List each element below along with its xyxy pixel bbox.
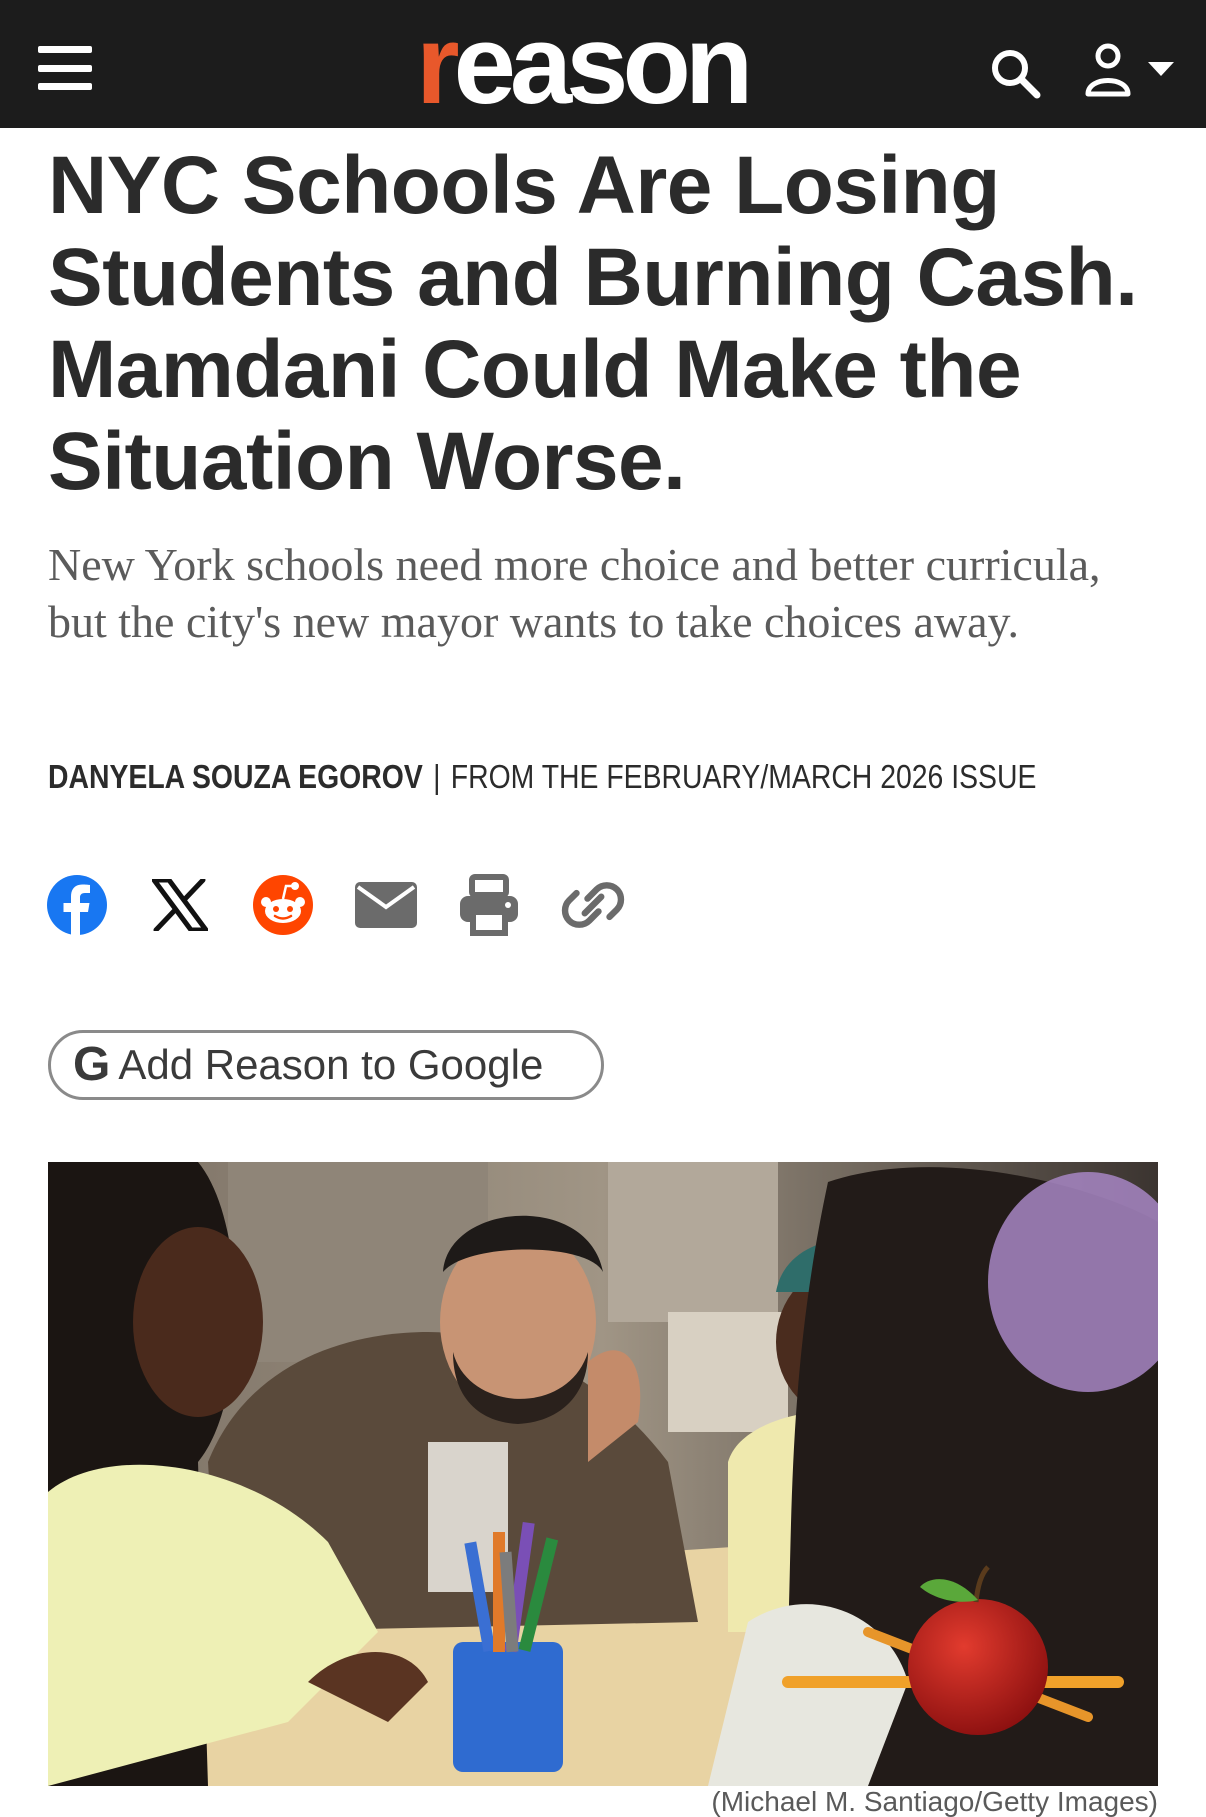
reddit-icon[interactable]	[252, 872, 315, 938]
search-icon[interactable]	[988, 46, 1042, 100]
article-headline: NYC Schools Are Losing Students and Burn…	[48, 140, 1138, 507]
google-button-label: Add Reason to Google	[118, 1041, 544, 1088]
add-reason-to-google-button[interactable]: G Add Reason to Google	[48, 1030, 604, 1100]
article-dek: New York schools need more choice and be…	[48, 539, 1101, 647]
issue-label: FROM THE FEBRUARY/MARCH 2026 ISSUE	[450, 758, 1037, 795]
reason-logo[interactable]: reason	[416, 6, 753, 124]
email-icon[interactable]	[354, 872, 417, 938]
x-icon[interactable]	[149, 872, 212, 938]
google-g-icon: G	[73, 1038, 111, 1091]
photo-caption: (Michael M. Santiago/Getty Images)	[711, 1786, 1158, 1817]
byline-separator: |	[433, 758, 441, 795]
link-icon[interactable]	[560, 872, 626, 938]
top-navigation-bar: reason	[0, 0, 1206, 128]
hamburger-menu-icon[interactable]	[38, 46, 92, 90]
print-icon[interactable]	[457, 872, 520, 938]
share-bar	[46, 872, 666, 938]
user-account-icon[interactable]	[1080, 42, 1180, 98]
article-photo	[48, 1162, 1158, 1786]
byline: DANYELA SOUZA EGOROV | FROM THE FEBRUARY/M…	[48, 754, 1036, 800]
facebook-icon[interactable]	[46, 872, 109, 938]
author-link[interactable]: DANYELA SOUZA EGOROV	[48, 758, 423, 795]
